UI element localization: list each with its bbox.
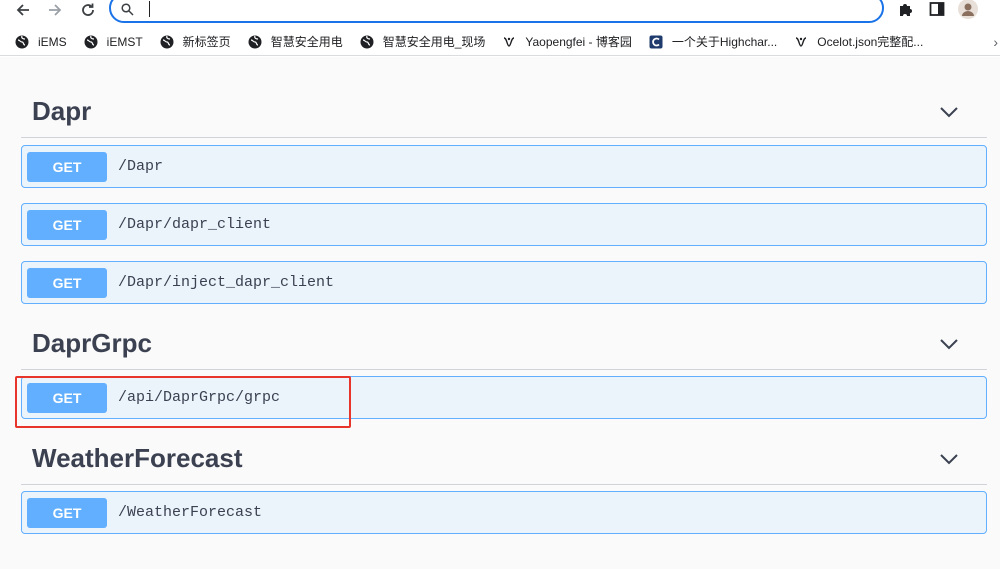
bookmark-label: iEMS (38, 34, 67, 49)
globe-icon (159, 34, 175, 50)
back-button[interactable] (11, 0, 35, 20)
back-arrow-icon (16, 4, 29, 16)
forward-arrow-icon (49, 4, 62, 16)
bookmark-label: 智慧安全用电 (270, 35, 343, 49)
section-header-dapr[interactable]: Dapr (21, 86, 987, 138)
side-panel-button[interactable] (926, 0, 948, 20)
globe-icon (83, 34, 99, 50)
method-badge: GET (27, 209, 107, 240)
text-cursor (149, 1, 150, 17)
extensions-button[interactable] (895, 0, 917, 20)
chevron-down-icon[interactable] (939, 338, 959, 350)
profile-button[interactable] (957, 0, 979, 20)
bookmark-item[interactable]: 智慧安全用电 (247, 28, 343, 56)
bookmark-item[interactable]: iEMS (14, 28, 67, 56)
operation-path: /Dapr/inject_dapr_client (118, 274, 335, 291)
section-header-weatherforecast[interactable]: WeatherForecast (21, 433, 987, 485)
swagger-page: Dapr GET /Dapr GET /Dapr/dapr_client GET… (0, 57, 1000, 569)
search-icon (121, 3, 134, 16)
side-panel-icon (929, 2, 945, 16)
bookmark-item[interactable]: 智慧安全用电_现场 (359, 28, 486, 56)
operation-get-weatherforecast[interactable]: GET /WeatherForecast (21, 491, 987, 534)
bookmarks-more-button[interactable]: › (993, 34, 998, 50)
method-badge: GET (27, 151, 107, 182)
operation-path: /Dapr (118, 158, 164, 175)
section-header-daprgrpc[interactable]: DaprGrpc (21, 318, 987, 370)
bookmark-item[interactable]: iEMST (83, 28, 143, 56)
csdn-icon (648, 34, 664, 50)
forward-button[interactable] (43, 0, 67, 20)
bookmark-label: 新标签页 (182, 35, 231, 49)
section-title: WeatherForecast (32, 443, 243, 473)
address-bar[interactable] (109, 0, 884, 23)
method-badge: GET (27, 497, 107, 528)
globe-icon (14, 34, 30, 50)
browser-toolbar (0, 0, 1000, 28)
avatar-icon (958, 0, 978, 19)
cnblogs-icon (501, 34, 517, 50)
globe-icon (359, 34, 375, 50)
puzzle-icon (900, 4, 912, 16)
operation-get-dapr-client[interactable]: GET /Dapr/dapr_client (21, 203, 987, 246)
bookmarks-bar: iEMS iEMST 新标签页 智慧安全用电 智慧安全用电_现场 Yaopengfei -… (0, 28, 1000, 56)
operation-get-daprgrpc-grpc[interactable]: GET /api/DaprGrpc/grpc (21, 376, 987, 419)
operation-path: /WeatherForecast (118, 504, 263, 521)
operation-get-dapr[interactable]: GET /Dapr (21, 145, 987, 188)
bookmark-label: iEMST (106, 34, 143, 49)
bookmark-label: 一个关于Highchar... (671, 35, 778, 49)
bookmark-label: Yaopengfei - 博客园 (525, 35, 632, 49)
section-title: DaprGrpc (32, 328, 152, 358)
reload-icon (82, 3, 94, 16)
bookmark-label: 智慧安全用电_现场 (382, 35, 486, 49)
operation-path: /Dapr/dapr_client (118, 216, 272, 233)
chevron-down-icon[interactable] (939, 453, 959, 465)
chevron-down-icon[interactable] (939, 106, 959, 118)
cnblogs-icon (793, 34, 809, 50)
bookmark-item[interactable]: Yaopengfei - 博客园 (501, 28, 632, 56)
bookmark-item[interactable]: 新标签页 (159, 28, 231, 56)
method-badge: GET (27, 382, 107, 413)
operation-get-inject-dapr-client[interactable]: GET /Dapr/inject_dapr_client (21, 261, 987, 304)
globe-icon (247, 34, 263, 50)
method-badge: GET (27, 267, 107, 298)
bookmark-item[interactable]: 一个关于Highchar... (648, 28, 777, 56)
section-title: Dapr (32, 96, 92, 126)
bookmark-item[interactable]: Ocelot.json完整配... (793, 28, 923, 56)
operation-path: /api/DaprGrpc/grpc (118, 389, 281, 406)
reload-button[interactable] (76, 0, 100, 20)
bookmark-label: Ocelot.json完整配... (817, 35, 924, 49)
